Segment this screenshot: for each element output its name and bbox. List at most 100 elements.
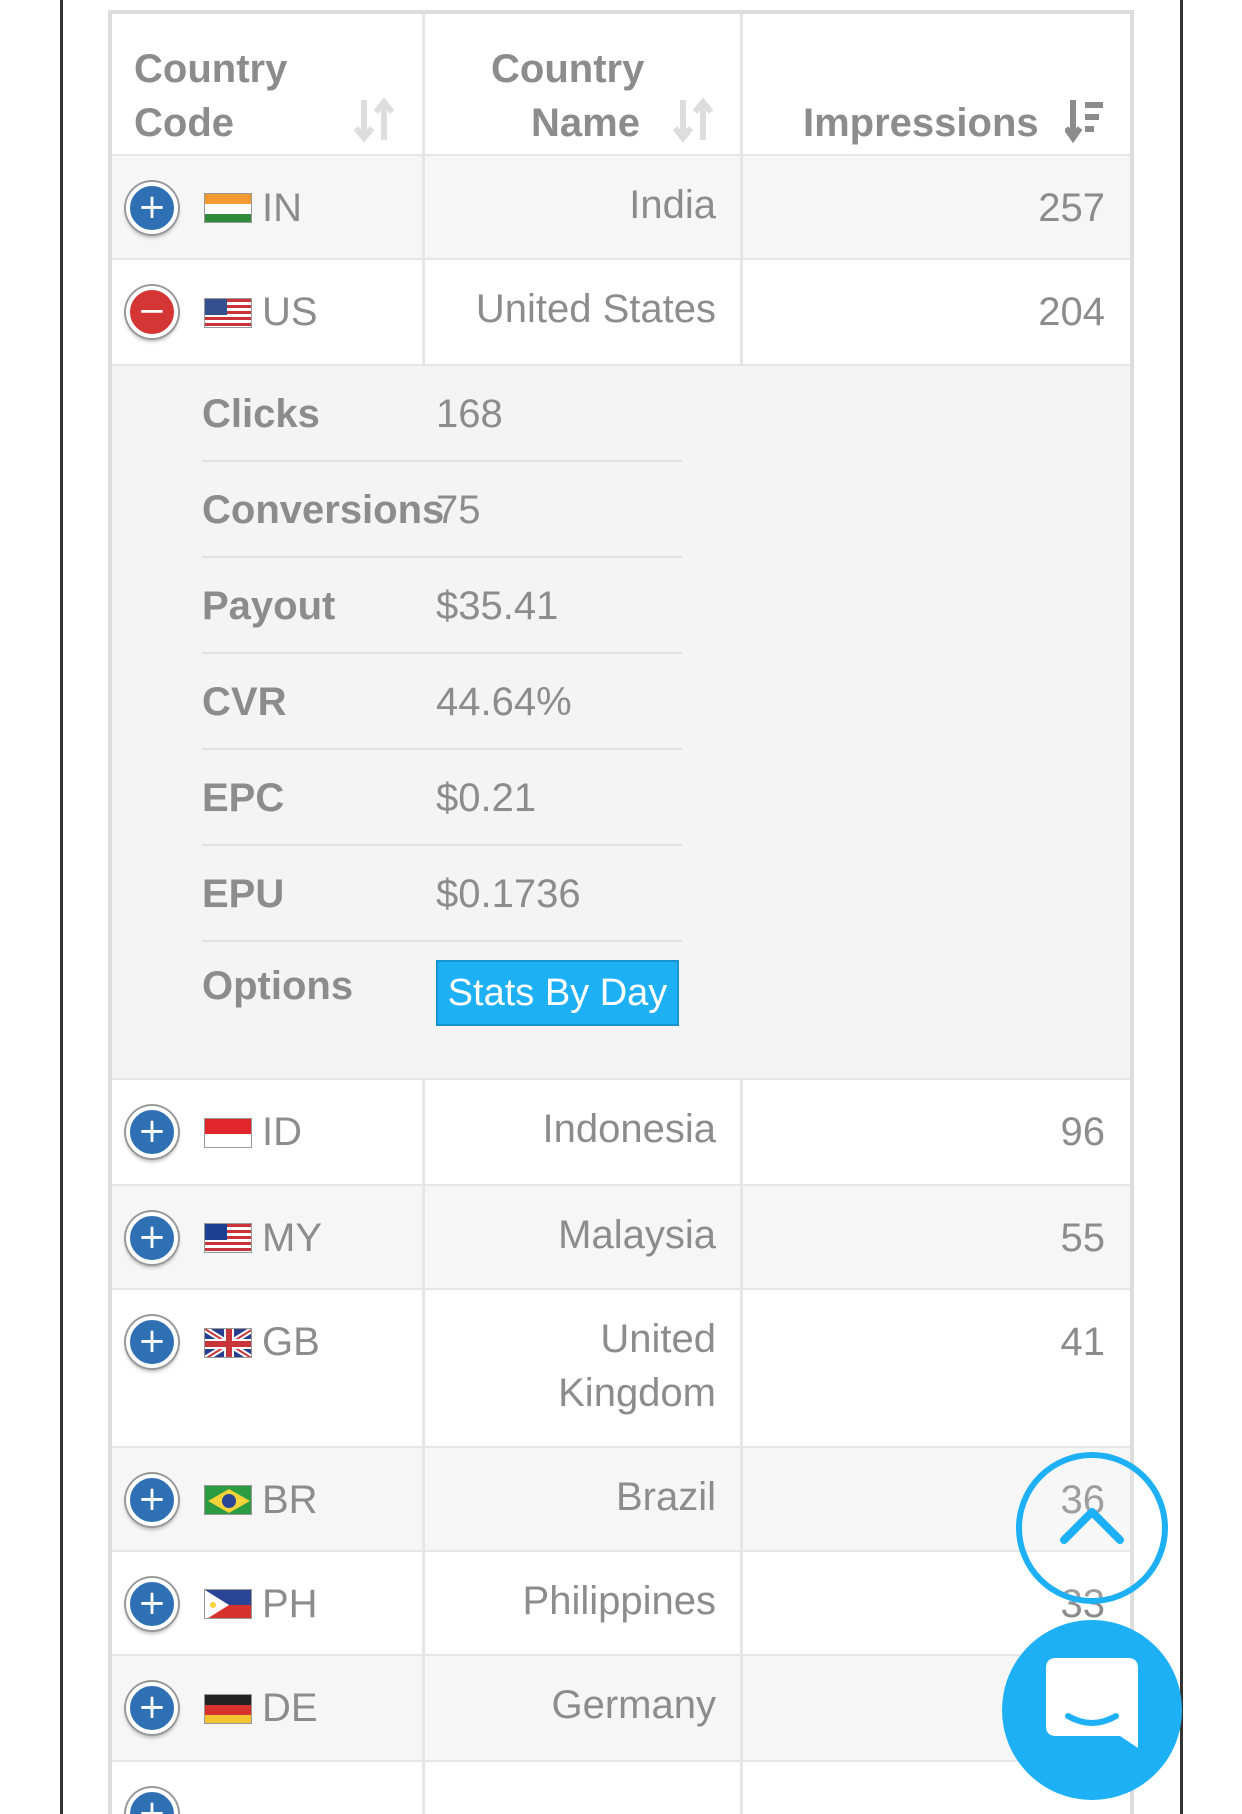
country-code-cell: − US [112,260,425,364]
country-name-cell: United Kingdom [425,1290,743,1446]
header-code-line1: Country [134,47,288,91]
detail-cvr: CVR 44.64% [202,654,682,750]
impressions-cell: 41 [743,1290,1130,1446]
germany-flag-icon [204,1694,252,1724]
table-row: + DE Germany [112,1656,1130,1762]
expand-row-button[interactable]: + [126,1106,178,1158]
header-country-code[interactable]: Country Code [112,14,425,154]
detail-epc: EPC $0.21 [202,750,682,846]
expand-row-button[interactable]: + [126,1578,178,1630]
stats-by-day-button[interactable]: Stats By Day [436,960,679,1026]
country-code: BR [262,1478,318,1522]
detail-label: Options [202,964,354,1008]
detail-value: $0.1736 [436,872,581,916]
header-impressions-label: Impressions [803,101,1039,145]
brazil-flag-icon [204,1485,252,1515]
country-code-cell: + MY [112,1186,425,1288]
expand-row-button[interactable]: + [126,182,178,234]
country-code: US [262,290,318,334]
detail-payout: Payout $35.41 [202,558,682,654]
detail-label: Conversions [202,488,445,532]
sort-icon[interactable] [353,96,395,144]
country-stats-table: Country Code Country Name Impressions + [108,10,1134,1814]
detail-label: CVR [202,680,287,724]
india-flag-icon [204,193,252,223]
expand-row-button[interactable]: + [126,1788,178,1814]
expand-row-button[interactable]: + [126,1682,178,1734]
detail-label: EPC [202,776,285,820]
country-name-cell: Brazil [425,1448,743,1550]
impressions-value: 204 [1038,290,1105,334]
country-name: India [629,183,716,227]
detail-value: 168 [436,392,503,436]
table-header: Country Code Country Name Impressions [112,14,1130,156]
detail-options: Options Stats By Day [202,942,682,1038]
table-row: + PH Philippines 33 [112,1552,1130,1656]
country-code: PH [262,1582,318,1626]
impressions-value: 96 [1060,1110,1106,1154]
header-impressions[interactable]: Impressions [743,14,1130,154]
country-name: United States [475,287,716,331]
country-name-cell: India [425,156,743,258]
country-code-cell: + GB [112,1290,425,1446]
detail-label: Payout [202,584,336,628]
country-code: MY [262,1216,322,1260]
chat-launcher-button[interactable] [1002,1620,1182,1800]
sort-icon[interactable] [672,96,714,144]
impressions-value: 257 [1038,186,1105,230]
table-row: + IN India 257 [112,156,1130,260]
expand-row-button[interactable]: + [126,1212,178,1264]
table-row: + BR Brazil 36 [112,1448,1130,1552]
impressions-cell: 55 [743,1186,1130,1288]
country-code-cell: + IN [112,156,425,258]
detail-value: 44.64% [436,680,572,724]
detail-epu: EPU $0.1736 [202,846,682,942]
impressions-cell: 96 [743,1080,1130,1184]
country-code: DE [262,1686,318,1730]
country-name-cell: United States [425,260,743,364]
country-code-cell: + ID [112,1080,425,1184]
chat-icon [1046,1658,1138,1748]
detail-clicks: Clicks 168 [202,366,682,462]
scroll-to-top-button[interactable] [1016,1452,1168,1604]
country-name-cell: Germany [425,1656,743,1760]
country-code: IN [262,186,302,230]
chevron-up-icon [1060,1508,1124,1544]
impressions-cell: 257 [743,156,1130,258]
detail-label: Clicks [202,392,320,436]
country-name-cell [425,1762,743,1814]
expand-row-button[interactable]: + [126,1474,178,1526]
malaysia-flag-icon [204,1223,252,1253]
header-country-name[interactable]: Country Name [425,14,743,154]
country-code: ID [262,1110,302,1154]
country-name: Indonesia [542,1107,716,1151]
header-name-line2: Name [531,101,640,145]
detail-value: $0.21 [436,776,537,820]
header-code-line2: Code [134,101,234,145]
country-name-cell: Malaysia [425,1186,743,1288]
table-row-expanded: − US United States 204 [112,260,1130,366]
country-name: Malaysia [558,1213,716,1257]
detail-value: 75 [436,488,481,532]
impressions-value: 55 [1060,1216,1106,1260]
sort-desc-icon[interactable] [1063,96,1105,144]
country-name-cell: Indonesia [425,1080,743,1184]
country-code-cell: + BR [112,1448,425,1550]
table-row: + ID Indonesia 96 [112,1080,1130,1186]
row-detail-panel: Clicks 168 Conversions 75 Payout $35.41 … [112,366,1130,1080]
table-row: + [112,1762,1130,1814]
header-name-line1: Country [491,47,645,91]
expand-row-button[interactable]: + [126,1316,178,1368]
country-name: Brazil [615,1475,716,1519]
impressions-cell: 204 [743,260,1130,364]
country-name-cell: Philippines [425,1552,743,1654]
country-name: Philippines [522,1579,716,1623]
country-code-cell: + DE [112,1656,425,1760]
table-row: + MY Malaysia 55 [112,1186,1130,1290]
philippines-flag-icon [204,1589,252,1619]
collapse-row-button[interactable]: − [126,286,178,338]
country-code: GB [262,1320,320,1364]
country-name-line2: Kingdom [558,1371,716,1415]
uk-flag-icon [204,1328,252,1358]
detail-conversions: Conversions 75 [202,462,682,558]
